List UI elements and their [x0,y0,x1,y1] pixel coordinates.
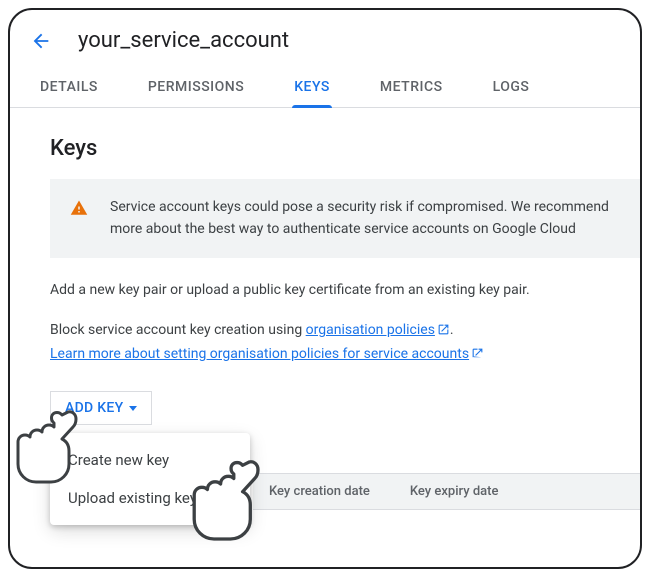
tab-permissions[interactable]: PERMISSIONS [146,67,246,107]
learn-more-link[interactable]: Learn more about setting organisation po… [50,346,484,362]
warning-icon [70,199,88,221]
col-creation-date: Key creation date [269,484,370,499]
page-title: your_service_account [78,28,289,53]
organisation-policies-link[interactable]: organisation policies [306,322,450,338]
col-expiry-date: Key expiry date [410,484,499,499]
tab-logs[interactable]: LOGS [491,67,532,107]
tabs-bar: DETAILS PERMISSIONS KEYS METRICS LOGS [10,67,640,108]
caret-down-icon [129,406,137,411]
warning-banner: Service account keys could pose a securi… [50,179,640,258]
warning-text-line2: more about the best way to authenticate … [110,219,609,241]
block-text: Block service account key creation using [50,322,306,338]
tab-keys[interactable]: KEYS [292,67,332,107]
pointer-hand-icon [0,392,96,492]
warning-text-line1: Service account keys could pose a securi… [110,197,609,219]
tab-details[interactable]: DETAILS [38,67,100,107]
back-arrow-icon[interactable] [30,30,52,52]
tab-metrics[interactable]: METRICS [378,67,445,107]
section-heading: Keys [50,136,640,161]
external-link-icon [437,322,450,344]
external-link-icon [471,346,484,368]
keys-table-header: Key creation date Key expiry date [253,473,640,510]
add-key-description: Add a new key pair or upload a public ke… [50,280,640,302]
pointer-hand-icon [170,440,280,550]
